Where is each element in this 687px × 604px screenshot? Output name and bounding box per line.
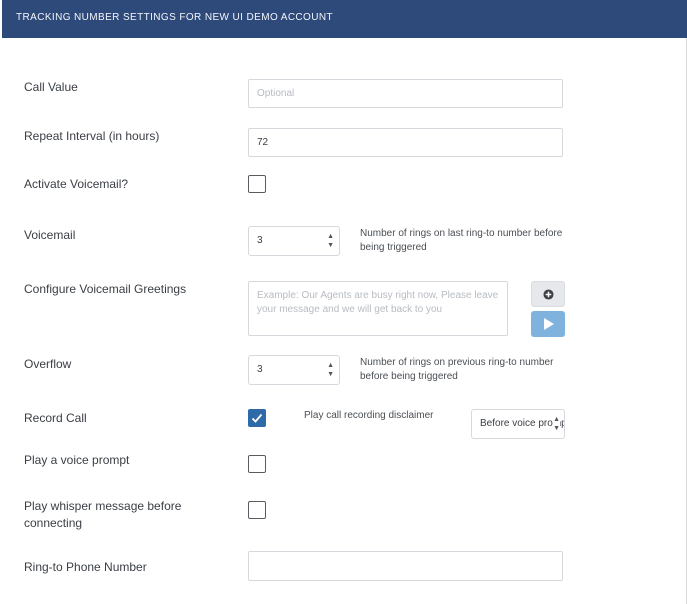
ring-to-number-label: Ring-to Phone Number — [24, 560, 147, 574]
play-icon — [543, 318, 554, 330]
select-arrows-icon: ▲ ▼ — [327, 233, 334, 249]
play-greeting-button[interactable] — [531, 311, 565, 337]
overflow-label: Overflow — [24, 357, 72, 371]
voicemail-greetings-label: Configure Voicemail Greetings — [24, 282, 187, 296]
voicemail-label: Voicemail — [24, 228, 76, 242]
settings-header: TRACKING NUMBER SETTINGS FOR NEW UI DEMO… — [2, 0, 687, 38]
select-arrows-icon: ▲ ▼ — [553, 410, 560, 438]
overflow-rings-select[interactable]: 3 ▲ ▼ — [248, 355, 340, 385]
voice-prompt-label: Play a voice prompt — [24, 453, 130, 467]
activate-voicemail-label: Activate Voicemail? — [24, 177, 129, 191]
checkmark-icon — [251, 413, 263, 423]
ring-to-number-input[interactable] — [248, 551, 563, 581]
add-greeting-button[interactable] — [531, 281, 565, 307]
whisper-message-checkbox[interactable] — [248, 501, 266, 519]
recording-disclaimer-label: Play call recording disclaimer — [304, 410, 434, 421]
call-value-label: Call Value — [24, 80, 78, 94]
recording-disclaimer-select[interactable]: Before voice prompt ▲ ▼ — [471, 409, 565, 439]
voicemail-greeting-textarea[interactable]: Example: Our Agents are busy right now, … — [248, 281, 508, 336]
voicemail-hint: Number of rings on last ring-to number b… — [360, 228, 563, 253]
activate-voicemail-checkbox[interactable] — [248, 175, 266, 193]
overflow-rings-value: 3 — [257, 364, 263, 375]
record-call-label: Record Call — [24, 411, 87, 425]
voicemail-rings-select[interactable]: 3 ▲ ▼ — [248, 226, 340, 256]
page-title: TRACKING NUMBER SETTINGS FOR NEW UI DEMO… — [16, 12, 333, 23]
call-value-input[interactable]: Optional — [248, 79, 563, 108]
repeat-interval-input[interactable]: 72 — [248, 128, 563, 157]
voicemail-rings-value: 3 — [257, 235, 263, 246]
voice-prompt-checkbox[interactable] — [248, 455, 266, 473]
record-call-checkbox[interactable] — [248, 409, 266, 427]
plus-circle-icon — [542, 288, 554, 300]
whisper-message-label: Play whisper message before connecting — [24, 499, 182, 530]
select-arrows-icon: ▲ ▼ — [327, 362, 334, 378]
overflow-hint: Number of rings on previous ring-to numb… — [360, 357, 554, 382]
repeat-interval-label: Repeat Interval (in hours) — [24, 129, 160, 143]
